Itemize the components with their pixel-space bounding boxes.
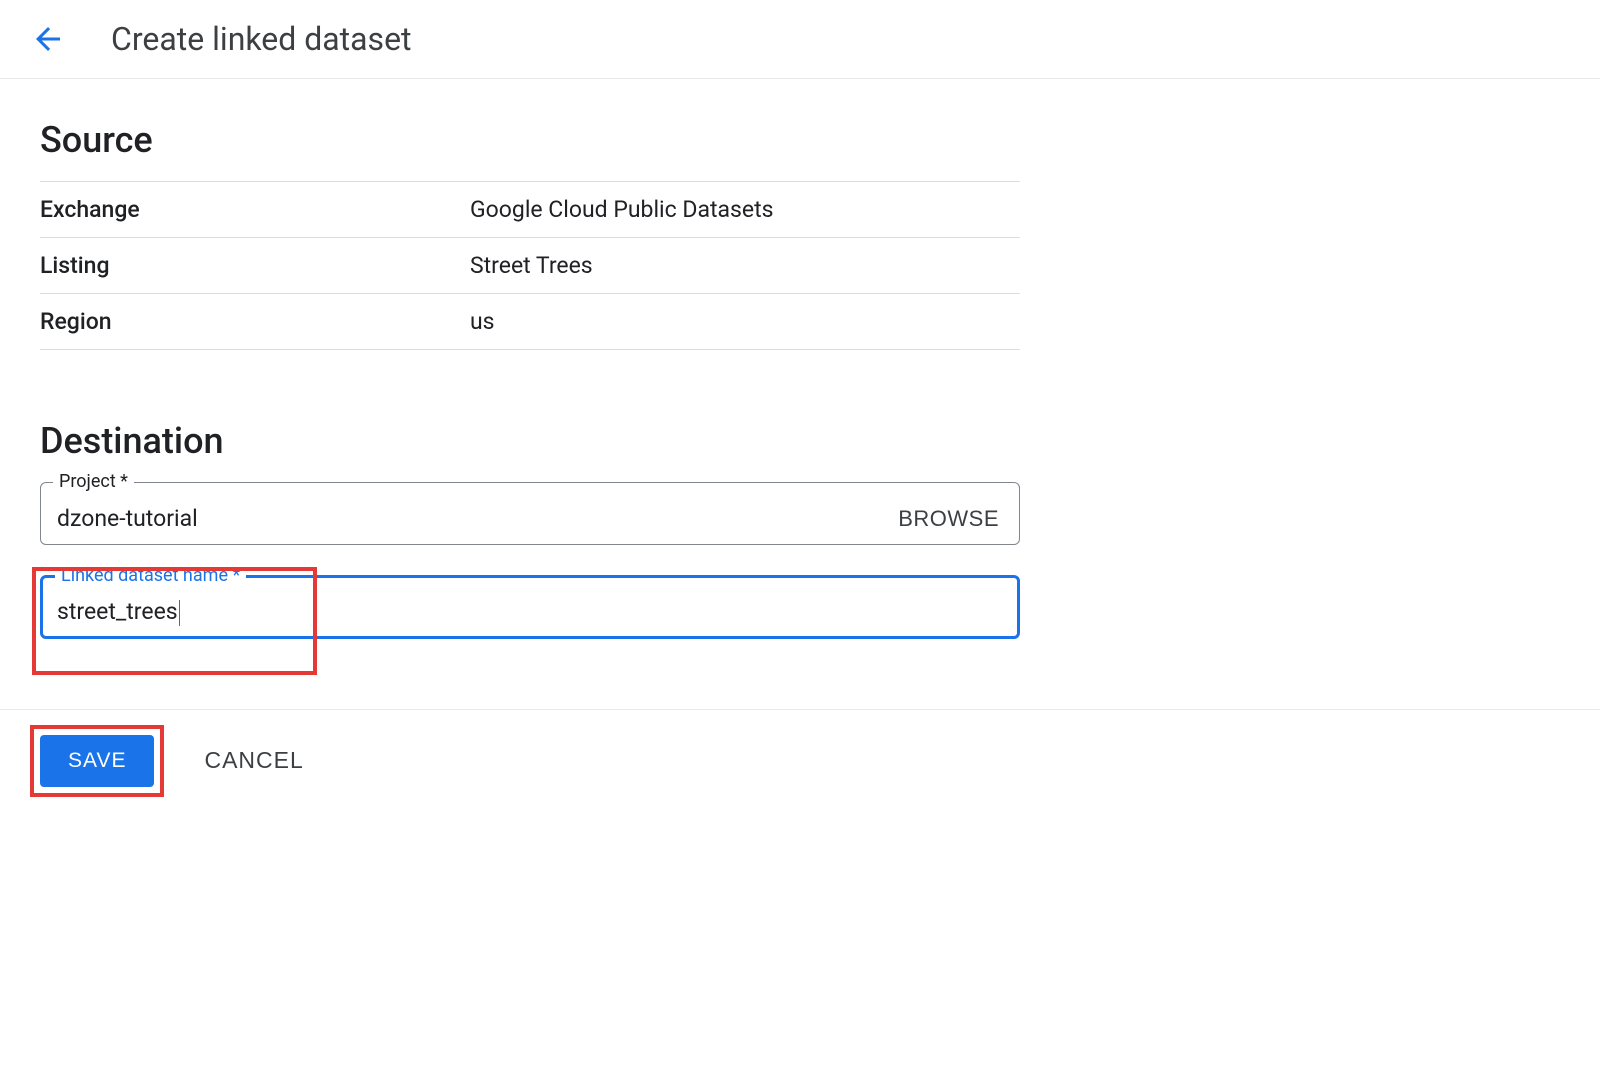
source-label: Region [40,308,470,335]
source-row-region: Region us [40,294,1020,350]
project-field-container: Project * dzone-tutorial BROWSE [40,482,1020,545]
page-header: Create linked dataset [0,0,1600,79]
dataset-field-container: Linked dataset name * street_trees [40,575,1020,639]
project-field-value: dzone-tutorial [57,505,894,532]
footer-actions: SAVE CANCEL [0,709,1600,812]
source-label: Listing [40,252,470,279]
source-section-title: Source [40,119,1020,161]
project-field-label: Project * [53,471,134,492]
cancel-button[interactable]: CANCEL [204,747,303,774]
source-row-listing: Listing Street Trees [40,238,1020,294]
content-area: Source Exchange Google Cloud Public Data… [0,79,1060,639]
page-title: Create linked dataset [111,20,412,58]
browse-button[interactable]: BROWSE [894,506,1003,532]
dataset-field-label: Linked dataset name * [55,565,246,586]
source-value: Google Cloud Public Datasets [470,196,773,223]
dataset-field-value: street_trees [57,598,1003,626]
text-cursor-icon [179,600,180,626]
destination-section-title: Destination [40,420,1020,462]
source-value: us [470,308,495,335]
source-value: Street Trees [470,252,593,279]
source-label: Exchange [40,196,470,223]
save-button-wrap: SAVE [40,735,154,787]
source-row-exchange: Exchange Google Cloud Public Datasets [40,182,1020,238]
back-arrow-icon[interactable] [30,21,66,57]
project-field[interactable]: Project * dzone-tutorial BROWSE [40,482,1020,545]
save-button[interactable]: SAVE [40,735,154,787]
linked-dataset-name-field[interactable]: Linked dataset name * street_trees [40,575,1020,639]
source-table: Exchange Google Cloud Public Datasets Li… [40,181,1020,350]
